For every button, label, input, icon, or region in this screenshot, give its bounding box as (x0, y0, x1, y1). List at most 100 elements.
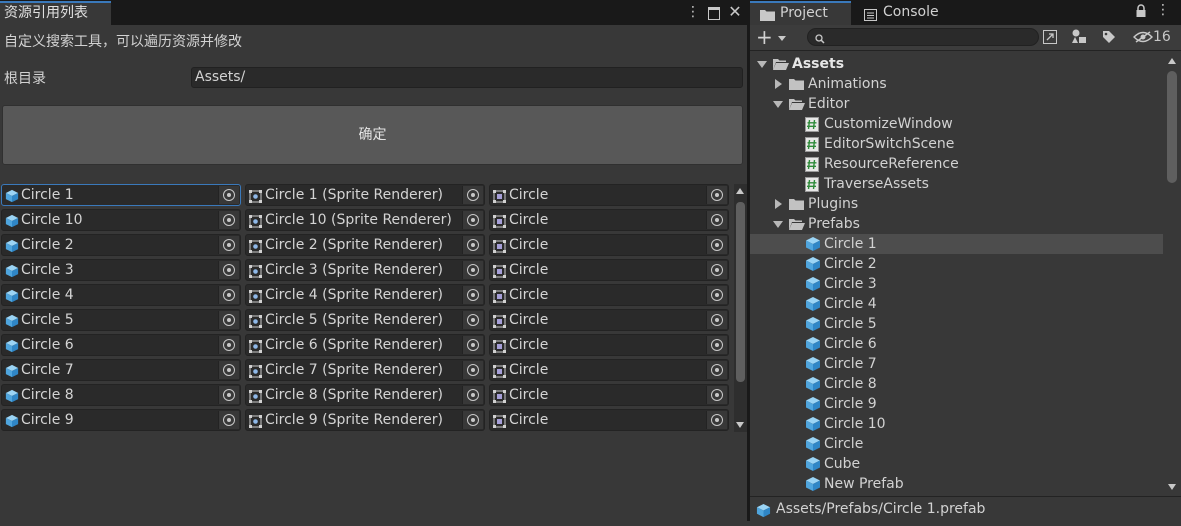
root-dir-input[interactable]: Assets/ (191, 67, 743, 88)
object-picker-icon[interactable] (706, 336, 727, 354)
expand-arrow-icon[interactable] (773, 221, 783, 228)
renderer-object-field[interactable]: Circle 6 (Sprite Renderer) (245, 334, 485, 356)
scroll-down-icon[interactable] (736, 422, 744, 428)
more-options-icon[interactable]: ⋮ (1156, 2, 1170, 18)
expand-arrow-icon[interactable] (773, 101, 783, 108)
tree-item-cube[interactable]: Cube (750, 454, 1163, 474)
sprite-object-field[interactable]: Circle (489, 209, 729, 231)
lock-icon[interactable] (1135, 4, 1147, 18)
window-tab[interactable]: 资源引用列表 (0, 1, 111, 25)
tree-item-circle-5[interactable]: Circle 5 (750, 314, 1163, 334)
tree-item-circle-3[interactable]: Circle 3 (750, 274, 1163, 294)
renderer-object-field[interactable]: Circle 2 (Sprite Renderer) (245, 234, 485, 256)
object-picker-icon[interactable] (462, 261, 483, 279)
object-picker-icon[interactable] (218, 336, 239, 354)
object-picker-icon[interactable] (706, 386, 727, 404)
prefab-object-field[interactable]: Circle 2 (1, 234, 241, 256)
object-picker-icon[interactable] (462, 336, 483, 354)
object-picker-icon[interactable] (706, 186, 727, 204)
object-picker-icon[interactable] (218, 311, 239, 329)
renderer-object-field[interactable]: Circle 1 (Sprite Renderer) (245, 184, 485, 206)
object-picker-icon[interactable] (218, 361, 239, 379)
prefab-object-field[interactable]: Circle 5 (1, 309, 241, 331)
object-picker-icon[interactable] (462, 186, 483, 204)
sprite-object-field[interactable]: Circle (489, 309, 729, 331)
object-picker-icon[interactable] (706, 286, 727, 304)
sprite-object-field[interactable]: Circle (489, 359, 729, 381)
renderer-object-field[interactable]: Circle 3 (Sprite Renderer) (245, 259, 485, 281)
object-picker-icon[interactable] (218, 186, 239, 204)
object-picker-icon[interactable] (462, 286, 483, 304)
create-button[interactable]: + (756, 27, 790, 47)
confirm-button[interactable]: 确定 (2, 105, 743, 165)
tree-item-plugins[interactable]: Plugins (750, 194, 1163, 214)
scroll-thumb[interactable] (1167, 71, 1177, 183)
object-picker-icon[interactable] (218, 286, 239, 304)
prefab-object-field[interactable]: Circle 1 (1, 184, 241, 206)
tree-item-circle-8[interactable]: Circle 8 (750, 374, 1163, 394)
object-picker-icon[interactable] (706, 361, 727, 379)
object-picker-icon[interactable] (706, 261, 727, 279)
filter-by-type-icon[interactable] (1070, 28, 1088, 46)
object-picker-icon[interactable] (462, 311, 483, 329)
tree-item-circle-4[interactable]: Circle 4 (750, 294, 1163, 314)
search-input[interactable] (807, 28, 1039, 46)
collapse-arrow-icon[interactable] (775, 199, 782, 209)
close-icon[interactable]: ✕ (726, 3, 744, 21)
scroll-up-icon[interactable] (736, 188, 744, 194)
prefab-object-field[interactable]: Circle 4 (1, 284, 241, 306)
object-picker-icon[interactable] (706, 236, 727, 254)
renderer-object-field[interactable]: Circle 8 (Sprite Renderer) (245, 384, 485, 406)
tree-item-animations[interactable]: Animations (750, 74, 1163, 94)
tree-item-new-prefab[interactable]: New Prefab (750, 474, 1163, 494)
tree-scrollbar[interactable] (1163, 53, 1181, 495)
tree-item-editorswitchscene[interactable]: EditorSwitchScene (750, 134, 1163, 154)
label-tag-icon[interactable] (1100, 28, 1118, 46)
prefab-object-field[interactable]: Circle 10 (1, 209, 241, 231)
tree-item-circle-10[interactable]: Circle 10 (750, 414, 1163, 434)
sprite-object-field[interactable]: Circle (489, 184, 729, 206)
tab-console[interactable]: Console (854, 1, 974, 25)
object-picker-icon[interactable] (462, 411, 483, 429)
scroll-down-icon[interactable] (1168, 484, 1176, 490)
tree-item-circle[interactable]: Circle (750, 434, 1163, 454)
tree-item-traverseassets[interactable]: TraverseAssets (750, 174, 1163, 194)
prefab-object-field[interactable]: Circle 6 (1, 334, 241, 356)
object-picker-icon[interactable] (462, 361, 483, 379)
tree-item-circle-2[interactable]: Circle 2 (750, 254, 1163, 274)
object-picker-icon[interactable] (706, 211, 727, 229)
sprite-object-field[interactable]: Circle (489, 284, 729, 306)
expand-arrow-icon[interactable] (757, 61, 767, 68)
scroll-up-icon[interactable] (1168, 58, 1176, 64)
prefab-object-field[interactable]: Circle 9 (1, 409, 241, 431)
renderer-object-field[interactable]: Circle 4 (Sprite Renderer) (245, 284, 485, 306)
object-picker-icon[interactable] (706, 411, 727, 429)
tree-item-resourcereference[interactable]: ResourceReference (750, 154, 1163, 174)
list-scrollbar[interactable] (734, 184, 747, 432)
prefab-object-field[interactable]: Circle 8 (1, 384, 241, 406)
object-picker-icon[interactable] (462, 386, 483, 404)
renderer-object-field[interactable]: Circle 9 (Sprite Renderer) (245, 409, 485, 431)
renderer-object-field[interactable]: Circle 10 (Sprite Renderer) (245, 209, 485, 231)
tree-item-editor[interactable]: Editor (750, 94, 1163, 114)
object-picker-icon[interactable] (706, 311, 727, 329)
more-options-icon[interactable]: ⋮ (684, 3, 702, 21)
renderer-object-field[interactable]: Circle 5 (Sprite Renderer) (245, 309, 485, 331)
hidden-packages-toggle[interactable]: 16 (1131, 28, 1177, 46)
object-picker-icon[interactable] (218, 236, 239, 254)
tree-item-circle-6[interactable]: Circle 6 (750, 334, 1163, 354)
object-picker-icon[interactable] (218, 261, 239, 279)
sprite-object-field[interactable]: Circle (489, 409, 729, 431)
tree-item-customizewindow[interactable]: CustomizeWindow (750, 114, 1163, 134)
object-picker-icon[interactable] (218, 211, 239, 229)
collapse-arrow-icon[interactable] (775, 79, 782, 89)
sprite-object-field[interactable]: Circle (489, 334, 729, 356)
prefab-object-field[interactable]: Circle 3 (1, 259, 241, 281)
scroll-thumb[interactable] (736, 202, 745, 382)
maximize-icon[interactable] (705, 3, 723, 21)
search-by-type-icon[interactable] (1042, 28, 1058, 46)
tree-item-circle-9[interactable]: Circle 9 (750, 394, 1163, 414)
tree-item-circle-1[interactable]: Circle 1 (750, 234, 1163, 254)
prefab-object-field[interactable]: Circle 7 (1, 359, 241, 381)
renderer-object-field[interactable]: Circle 7 (Sprite Renderer) (245, 359, 485, 381)
